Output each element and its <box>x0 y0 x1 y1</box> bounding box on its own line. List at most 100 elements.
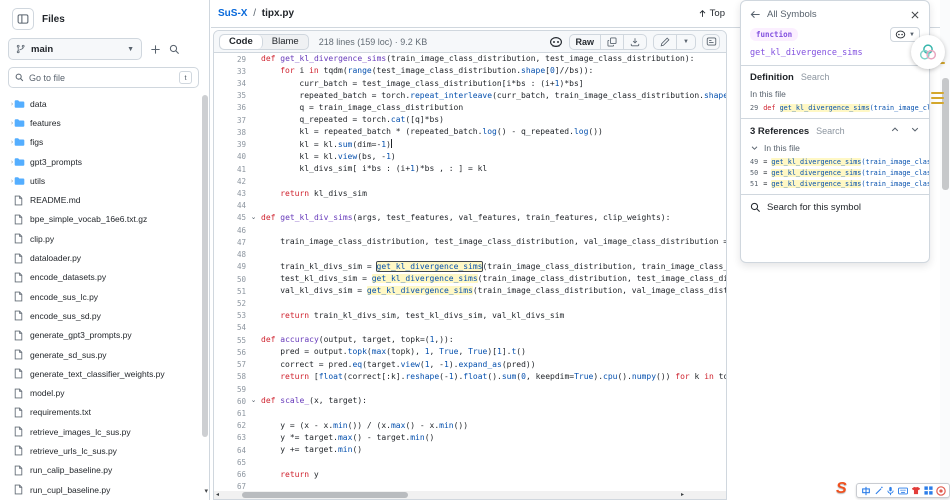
line-number[interactable]: 47 <box>214 238 246 247</box>
branch-selector[interactable]: main ▼ <box>8 38 142 60</box>
line-number[interactable]: 33 <box>214 67 246 76</box>
go-to-file-input[interactable]: Go to file t <box>8 67 199 88</box>
code-line[interactable]: 37q_repeated = torch.cat([q]*bs) <box>214 114 726 126</box>
line-number[interactable]: 55 <box>214 336 246 345</box>
code-line[interactable]: 60⌄def scale_(x, target): <box>214 395 726 407</box>
back-arrow-icon[interactable] <box>750 9 761 20</box>
symbol-occurrence-line[interactable]: 49= get_kl_divergence_sims(train_image_c… <box>741 156 929 167</box>
code-line[interactable]: 55def accuracy(output, target, topk=(1,)… <box>214 334 726 346</box>
tree-item-dataloader-py[interactable]: dataloader.py <box>0 248 199 267</box>
code-line[interactable]: 34curr_batch = test_image_class_distribu… <box>214 77 726 89</box>
line-number[interactable]: 36 <box>214 103 246 112</box>
code-line[interactable]: 56pred = output.topk(max(topk), 1, True,… <box>214 346 726 358</box>
code-line[interactable]: 53return train_kl_divs_sim, test_kl_divs… <box>214 310 726 322</box>
code-line[interactable]: 67 <box>214 481 726 491</box>
code-hscroll-thumb[interactable] <box>242 492 408 498</box>
line-number[interactable]: 65 <box>214 458 246 467</box>
code-line[interactable]: 43return kl_divs_sim <box>214 187 726 199</box>
ime-account-icon[interactable] <box>936 486 946 496</box>
tree-item-model-py[interactable]: model.py <box>0 383 199 402</box>
tree-item-encode-sus-sd-py[interactable]: encode_sus_sd.py <box>0 306 199 325</box>
tree-item-retrieve-urls-lc-sus-py[interactable]: retrieve_urls_lc_sus.py <box>0 441 199 460</box>
code-line[interactable]: 54 <box>214 322 726 334</box>
search-for-symbol-button[interactable]: Search for this symbol <box>741 195 929 220</box>
ime-toolbox-icon[interactable] <box>924 486 933 495</box>
code-line[interactable]: 63y *= target.max() - target.min() <box>214 432 726 444</box>
code-line[interactable]: 45⌄def get_kl_div_sims(args, test_featur… <box>214 212 726 224</box>
code-line[interactable]: 33for i in tqdm(range(test_image_class_d… <box>214 65 726 77</box>
copilot-button[interactable] <box>549 35 563 49</box>
symbol-occurrence-line[interactable]: 51= get_kl_divergence_sims(train_image_c… <box>741 178 929 189</box>
line-number[interactable]: 37 <box>214 116 246 125</box>
tree-search-button[interactable] <box>169 44 180 55</box>
back-to-top-link[interactable]: Top <box>698 8 725 19</box>
tree-item-features[interactable]: features <box>0 113 199 132</box>
line-number[interactable]: 41 <box>214 165 246 174</box>
line-number[interactable]: 58 <box>214 372 246 381</box>
close-panel-button[interactable] <box>910 10 920 20</box>
code-line[interactable]: 65 <box>214 456 726 468</box>
raw-button[interactable]: Raw <box>570 35 602 49</box>
tree-item-run-calip-baseline-py[interactable]: run_calip_baseline.py <box>0 461 199 480</box>
line-number[interactable]: 49 <box>214 262 246 271</box>
ime-skin-icon[interactable] <box>911 486 921 495</box>
code-line[interactable]: 36q = train_image_class_distribution <box>214 102 726 114</box>
code-line[interactable]: 66return y <box>214 468 726 480</box>
line-number[interactable]: 39 <box>214 140 246 149</box>
new-file-button[interactable] <box>150 44 161 55</box>
symbols-panel-toggle-button[interactable] <box>702 34 720 50</box>
tree-item-retrieve-images-lc-sus-py[interactable]: retrieve_images_lc_sus.py <box>0 422 199 441</box>
tree-item-gpt3-prompts[interactable]: gpt3_prompts <box>0 152 199 171</box>
code-line[interactable]: 35repeated_batch = torch.repeat_interlea… <box>214 90 726 102</box>
translate-extension-button[interactable] <box>911 35 945 69</box>
ime-logo[interactable]: S <box>836 480 847 498</box>
code-line[interactable]: 50test_kl_divs_sim = get_kl_divergence_s… <box>214 273 726 285</box>
tree-item-clip-py[interactable]: clip.py <box>0 229 199 248</box>
code-line[interactable]: 51val_kl_divs_sim = get_kl_divergence_si… <box>214 285 726 297</box>
tree-item-encode-datasets-py[interactable]: encode_datasets.py <box>0 268 199 287</box>
code-line[interactable]: 48 <box>214 249 726 261</box>
tree-item-run-cupl-baseline-py[interactable]: run_cupl_baseline.py <box>0 480 199 499</box>
code-line[interactable]: 64y += target.min() <box>214 444 726 456</box>
line-number[interactable]: 54 <box>214 323 246 332</box>
line-number[interactable]: 67 <box>214 482 246 491</box>
code-line[interactable]: 29def get_kl_divergence_sims(train_image… <box>214 53 726 65</box>
line-number[interactable]: 64 <box>214 446 246 455</box>
line-number[interactable]: 45 <box>214 213 246 222</box>
line-number[interactable]: 46 <box>214 226 246 235</box>
code-line[interactable]: 52 <box>214 297 726 309</box>
tree-item-utils[interactable]: utils <box>0 171 199 190</box>
line-number[interactable]: 61 <box>214 409 246 418</box>
tab-blame[interactable]: Blame <box>263 35 308 49</box>
tree-item-requirements-txt[interactable]: requirements.txt <box>0 403 199 422</box>
tree-item-generate-text-classifier-weights-py[interactable]: generate_text_classifier_weights.py <box>0 364 199 383</box>
code-line[interactable]: 44 <box>214 200 726 212</box>
code-line[interactable]: 49train_kl_divs_sim = get_kl_divergence_… <box>214 261 726 273</box>
tree-item-generate-sd-sus-py[interactable]: generate_sd_sus.py <box>0 345 199 364</box>
edit-dropdown-button[interactable]: ▼ <box>677 35 695 49</box>
tree-item-readme-md[interactable]: README.md <box>0 190 199 209</box>
line-number[interactable]: 57 <box>214 360 246 369</box>
line-number[interactable]: 43 <box>214 189 246 198</box>
copy-raw-button[interactable] <box>601 35 624 49</box>
tab-code[interactable]: Code <box>220 35 263 49</box>
breadcrumb-repo-link[interactable]: SuS-X <box>218 8 247 19</box>
references-file-group[interactable]: In this file <box>741 141 929 156</box>
code-lines[interactable]: 29def get_kl_divergence_sims(train_image… <box>214 53 726 491</box>
page-scrollbar-thumb[interactable] <box>942 78 949 190</box>
ime-language-mode-icon[interactable] <box>861 486 871 496</box>
code-line[interactable]: 57correct = pred.eq(target.view(1, -1).e… <box>214 358 726 370</box>
line-number[interactable]: 50 <box>214 275 246 284</box>
ime-keyboard-icon[interactable] <box>898 487 908 495</box>
line-number[interactable]: 48 <box>214 250 246 259</box>
line-number[interactable]: 29 <box>214 55 246 64</box>
line-number[interactable]: 35 <box>214 91 246 100</box>
tree-item-generate-gpt3-prompts-py[interactable]: generate_gpt3_prompts.py <box>0 326 199 345</box>
page-scrollbar[interactable] <box>940 0 950 500</box>
tree-item-data[interactable]: data <box>0 94 199 113</box>
chevron-up-icon[interactable] <box>890 125 900 134</box>
references-search[interactable]: Search <box>816 126 845 136</box>
line-number[interactable]: 52 <box>214 299 246 308</box>
code-line[interactable]: 46 <box>214 224 726 236</box>
ime-voice-icon[interactable] <box>886 486 895 496</box>
